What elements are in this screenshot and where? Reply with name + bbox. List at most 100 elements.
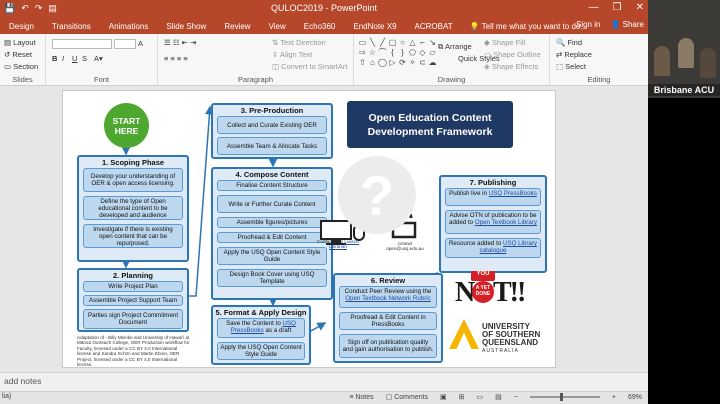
- tell-me-box[interactable]: 💡 Tell me what you want to do...: [470, 22, 587, 31]
- phase6-step: Proofread & Edit Content in PressBooks: [339, 312, 437, 330]
- select-button[interactable]: ⬚ Select: [556, 62, 586, 71]
- window-title: QULOC2019 - PowerPoint: [270, 3, 378, 13]
- tab-transitions[interactable]: Transitions: [43, 22, 100, 31]
- framework-title: Open Education Content Development Frame…: [347, 101, 513, 148]
- adaptation-note: Adaptation of - Billy Meinke and Univers…: [77, 335, 190, 367]
- stamp-seal: A YET DONE: [472, 281, 494, 303]
- notes-button[interactable]: ≡ Notes: [349, 394, 373, 401]
- scoping-phase-box: 1. Scoping Phase Develop your understand…: [77, 155, 189, 262]
- phase5-step: Save the Content to USQ PressBooks as a …: [217, 318, 305, 338]
- comments-label: Comments: [394, 394, 429, 401]
- arrange-button[interactable]: ⧉ Arrange: [438, 42, 472, 52]
- shape-fill-button[interactable]: ◆ Shape Fill: [484, 38, 525, 47]
- scoping-phase-title: 1. Scoping Phase: [101, 158, 165, 167]
- find-label: Find: [567, 38, 583, 47]
- shapes-gallery[interactable]: ▭ ╲ ╱ ▢ ○ △ ⌐ ↘ ⇨ ☆ ⌒{} ⬠ ◇ ▱ ⇧ ⌂ ◯ ▷ ⟳ ✧ ⊂ ☁: [358, 38, 437, 67]
- slides-group-label: Slides: [12, 75, 33, 84]
- find-button[interactable]: 🔍 Find: [556, 38, 582, 47]
- phase5-step-text: Save the Content to: [226, 320, 283, 327]
- tab-review[interactable]: Review: [215, 22, 259, 31]
- phase6-step: Conduct Peer Review using the Open Textb…: [339, 286, 437, 308]
- bold-icon[interactable]: B: [52, 54, 57, 63]
- tab-slide-show[interactable]: Slide Show: [157, 22, 215, 31]
- paragraph-group-label: Paragraph: [237, 75, 274, 84]
- font-size-box[interactable]: [114, 39, 136, 49]
- select-label: Select: [565, 62, 587, 71]
- font-color-icon[interactable]: A▾: [94, 54, 103, 63]
- zoom-in-icon[interactable]: +: [612, 394, 616, 401]
- comments-button[interactable]: ▢ Comments: [386, 393, 428, 401]
- layout-button[interactable]: ▤ Layout: [4, 38, 36, 47]
- bullets-icon[interactable]: ☰ ☷ ⇤ ⇥: [164, 38, 196, 47]
- reset-button[interactable]: ↺ Reset: [4, 50, 32, 59]
- account-area: Sign in 👤 Share: [576, 20, 644, 29]
- phase3-step: Collect and Curate Existing OER: [217, 116, 327, 134]
- participant-silhouette: [700, 48, 716, 78]
- usq-line: AUSTRALIA: [482, 348, 519, 354]
- tab-echo360[interactable]: Echo360: [295, 22, 345, 31]
- tab-view[interactable]: View: [260, 22, 295, 31]
- sign-in-link[interactable]: Sign in: [576, 20, 600, 29]
- planning-phase-title: 2. Planning: [112, 271, 153, 280]
- tab-animations[interactable]: Animations: [100, 22, 158, 31]
- ribbon: ▤ Layout ↺ Reset ▭ Section Slides A B I …: [0, 34, 648, 86]
- shape-effects-button[interactable]: ◈ Shape Effects: [484, 62, 538, 71]
- layout-label: Layout: [13, 38, 36, 47]
- question-mark-graphic: ?: [338, 156, 416, 234]
- usq-pressbooks-link[interactable]: USQ PressBooks: [489, 190, 537, 197]
- video-panel-background: [648, 98, 720, 404]
- shadow-icon[interactable]: S: [82, 54, 87, 63]
- notes-placeholder[interactable]: add notes: [4, 376, 41, 386]
- zoom-out-icon[interactable]: −: [514, 394, 518, 401]
- normal-view-icon[interactable]: ▣: [440, 393, 447, 401]
- phase7-step: Publish live in USQ PressBooks: [445, 188, 541, 206]
- replace-button[interactable]: ⇄ Replace: [556, 50, 592, 59]
- tab-design[interactable]: Design: [0, 22, 43, 31]
- section-button[interactable]: ▭ Section: [4, 62, 38, 71]
- phase5-step: Apply the USQ Open Content Style Guide: [217, 342, 305, 360]
- tab-endnote[interactable]: EndNote X9: [344, 22, 405, 31]
- minimize-button[interactable]: —: [589, 2, 599, 13]
- open-textbook-library-link[interactable]: Open Textbook Library: [475, 219, 537, 226]
- paragraph-group: ☰ ☷ ⇤ ⇥ ≡ ≡ ≡ ≡ ⇅ Text Direction ⇳ Align…: [158, 34, 354, 86]
- tab-acrobat[interactable]: ACROBAT: [406, 22, 462, 31]
- pre-production-box: 3. Pre-Production Collect and Curate Exi…: [211, 103, 333, 159]
- format-design-title: 5. Format & Apply Design: [215, 308, 307, 317]
- arrange-label: Arrange: [445, 42, 472, 51]
- video-feed: Brisbane ACU: [648, 0, 720, 98]
- phase4-step: Write or Further Curate Content: [217, 195, 327, 213]
- italic-icon[interactable]: I: [62, 54, 64, 63]
- phase1-step: Investigate if there is existing open co…: [83, 224, 183, 248]
- align-icons[interactable]: ≡ ≡ ≡ ≡: [164, 54, 188, 63]
- drawing-group: ▭ ╲ ╱ ▢ ○ △ ⌐ ↘ ⇨ ☆ ⌒{} ⬠ ◇ ▱ ⇧ ⌂ ◯ ▷ ⟳ ✧ ⊂ ☁ ⧉ Arrange Qui…: [354, 34, 550, 86]
- smartart-label: Convert to SmartArt: [281, 62, 348, 71]
- reading-view-icon[interactable]: ▭: [477, 393, 484, 401]
- zoom-level[interactable]: 69%: [628, 394, 642, 401]
- close-button[interactable]: ✕: [636, 2, 644, 13]
- share-button[interactable]: 👤 Share: [610, 20, 644, 29]
- slide-canvas[interactable]: START HERE 1. Scoping Phase Develop your…: [62, 90, 556, 368]
- zoom-slider[interactable]: [529, 393, 600, 401]
- smartart-button[interactable]: ◫ Convert to SmartArt: [272, 62, 347, 71]
- font-name-box[interactable]: [52, 39, 112, 49]
- slide-sorter-icon[interactable]: ⊞: [459, 393, 465, 401]
- slideshow-icon[interactable]: ▤: [495, 393, 502, 401]
- otn-rubric-link[interactable]: Open Textbook Network Rubric: [345, 295, 431, 302]
- align-text-button[interactable]: ⇳ Align Text: [272, 50, 312, 59]
- font-grow-icon[interactable]: A: [138, 39, 143, 48]
- contact-librarian-note: Contact your Liaison Librarian: [317, 239, 359, 250]
- usq-logo: UNIVERSITY OF SOUTHERN QUEENSLAND AUSTRA…: [449, 317, 553, 357]
- shape-outline-button[interactable]: ▭ Shape Outline: [484, 50, 541, 59]
- reset-label: Reset: [12, 50, 32, 59]
- text-direction-button[interactable]: ⇅ Text Direction: [272, 38, 326, 47]
- phase7-step: Resource added to USQ Library catalogue: [445, 238, 541, 258]
- contact-librarian-text: Contact your: [317, 239, 344, 244]
- compose-content-box: 4. Compose Content Finalise Content Stru…: [211, 167, 333, 300]
- underline-icon[interactable]: U: [72, 54, 77, 63]
- restore-button[interactable]: ❐: [613, 2, 622, 13]
- phase4-step: Assemble figures/pictures: [217, 217, 327, 228]
- shape-effects-label: Shape Effects: [491, 62, 539, 71]
- zoom-slider-thumb[interactable]: [559, 393, 563, 401]
- not-yet-done-stamp: YOU NOT!! A YET DONE: [455, 271, 526, 313]
- phase1-step: Define the type of Open educational cont…: [83, 196, 183, 220]
